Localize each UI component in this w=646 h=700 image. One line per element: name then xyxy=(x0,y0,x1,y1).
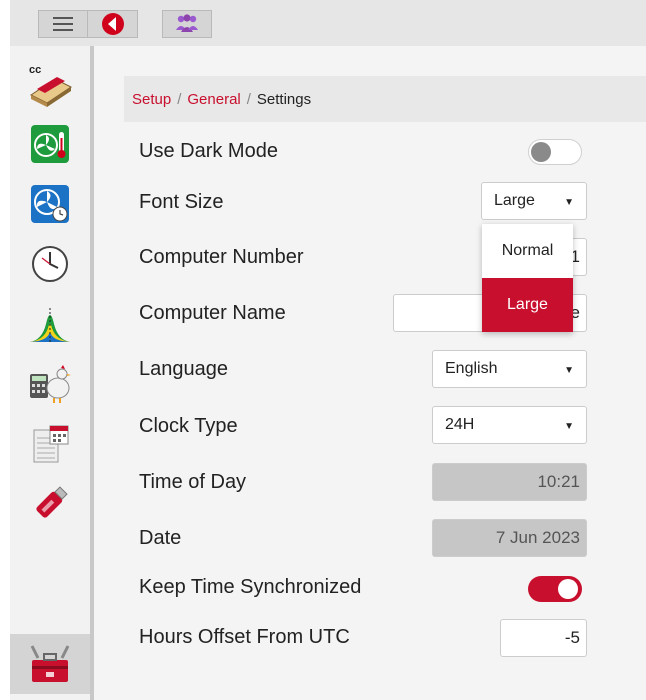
hours-offset-label: Hours Offset From UTC xyxy=(139,626,350,648)
chicken-calculator-icon xyxy=(30,365,71,403)
font-size-select[interactable]: Large ▼ xyxy=(481,182,587,220)
font-size-label: Font Size xyxy=(139,191,224,213)
sidebar-item-usb[interactable] xyxy=(18,474,82,534)
date-value: 7 Jun 2023 xyxy=(495,528,580,547)
keep-time-sync-toggle[interactable] xyxy=(528,576,582,602)
left-edge xyxy=(0,0,10,700)
computer-number-label: Computer Number xyxy=(139,246,304,268)
back-button[interactable] xyxy=(88,10,138,38)
sidebar-item-tools[interactable] xyxy=(10,634,90,694)
clock-type-value: 24H xyxy=(445,416,475,433)
font-size-option-normal[interactable]: Normal xyxy=(482,224,573,278)
breadcrumb-separator: / xyxy=(246,90,251,108)
clock-type-label: Clock Type xyxy=(139,415,238,437)
time-of-day-value: 10:21 xyxy=(537,472,580,491)
font-size-value: Large xyxy=(494,192,535,209)
chevron-down-icon: ▼ xyxy=(564,197,574,208)
clock-icon xyxy=(32,246,68,282)
calendar-notes-icon xyxy=(33,425,69,463)
usb-drive-icon xyxy=(36,486,68,518)
chevron-down-icon: ▼ xyxy=(564,365,574,376)
breadcrumb-current: Settings xyxy=(256,90,312,108)
breadcrumb-general-link[interactable]: General xyxy=(187,91,240,108)
users-icon xyxy=(176,14,198,32)
language-value: English xyxy=(445,360,498,377)
dark-mode-toggle[interactable] xyxy=(528,139,582,165)
hours-offset-input[interactable]: -5 xyxy=(500,619,587,657)
dark-mode-label: Use Dark Mode xyxy=(139,140,278,162)
breadcrumb-setup-link[interactable]: Setup xyxy=(132,91,171,108)
breadcrumb: Setup / General / Settings xyxy=(124,76,646,122)
svg-text:cc: cc xyxy=(29,64,41,76)
back-arrow-icon xyxy=(101,13,124,35)
keep-time-sync-label: Keep Time Synchronized xyxy=(139,576,362,598)
toggle-knob xyxy=(558,579,578,599)
breadcrumb-separator: / xyxy=(177,90,182,108)
top-toolbar xyxy=(0,0,646,700)
fan-thermometer-icon xyxy=(31,125,69,163)
time-of-day-label: Time of Day xyxy=(139,471,247,493)
hamburger-icon xyxy=(53,17,73,31)
date-label: Date xyxy=(139,527,182,549)
sidebar-item-growth[interactable] xyxy=(18,294,82,354)
sidebar-item-house[interactable]: cc xyxy=(18,54,82,114)
toggle-knob xyxy=(531,142,551,162)
sidebar: cc xyxy=(10,46,94,700)
date-field: 7 Jun 2023 xyxy=(432,519,587,557)
fan-timer-icon xyxy=(31,185,69,223)
hours-offset-value: -5 xyxy=(564,628,580,647)
sidebar-item-schedule[interactable] xyxy=(18,414,82,474)
sidebar-item-climate[interactable] xyxy=(18,114,82,174)
sidebar-item-clock[interactable] xyxy=(18,234,82,294)
language-select[interactable]: English ▼ xyxy=(432,350,587,388)
computer-name-label: Computer Name xyxy=(139,302,286,324)
clock-type-select[interactable]: 24H ▼ xyxy=(432,406,587,444)
chevron-down-icon: ▼ xyxy=(564,421,574,432)
toolbox-icon xyxy=(30,645,70,682)
growth-curve-icon xyxy=(30,308,70,342)
font-size-dropdown: Normal Large xyxy=(482,224,573,332)
main-content: Setup / General / Settings xyxy=(124,76,646,122)
sidebar-item-ventilation[interactable] xyxy=(18,174,82,234)
font-size-option-large[interactable]: Large xyxy=(482,278,573,332)
house-cc-icon: cc xyxy=(29,64,72,107)
menu-button[interactable] xyxy=(38,10,88,38)
time-of-day-field: 10:21 xyxy=(432,463,587,501)
language-label: Language xyxy=(139,358,228,380)
sidebar-item-flock[interactable] xyxy=(18,354,82,414)
toolbar-button-group xyxy=(38,10,138,38)
users-button[interactable] xyxy=(162,10,212,38)
